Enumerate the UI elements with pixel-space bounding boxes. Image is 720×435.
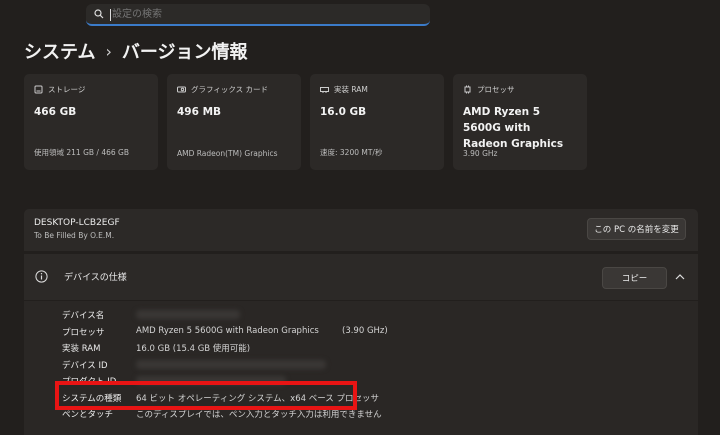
page-title: システム › バージョン情報 [24, 38, 248, 64]
graphics-card: グラフィックス カード 496 MB AMD Radeon(TM) Graphi… [167, 74, 301, 170]
storage-icon [34, 85, 43, 94]
spec-label-ram: 実装 RAM [62, 344, 101, 354]
processor-card: プロセッサ AMD Ryzen 5 5600G with Radeon Grap… [453, 74, 587, 170]
search-box[interactable] [86, 4, 430, 26]
card-sub: 3.90 GHz [463, 149, 498, 158]
card-label: グラフィックス カード [191, 85, 269, 94]
card-sub: AMD Radeon(TM) Graphics [177, 149, 278, 158]
spec-value-ram: 16.0 GB (15.4 GB 使用可能) [136, 344, 251, 354]
breadcrumb-parent[interactable]: システム [24, 38, 95, 64]
card-label: 実装 RAM [334, 85, 368, 94]
spec-header[interactable]: デバイスの仕様 コピー [24, 254, 698, 300]
info-icon [35, 270, 48, 283]
breadcrumb-current: バージョン情報 [121, 42, 248, 63]
ram-card: 実装 RAM 16.0 GB 速度: 3200 MT/秒 [310, 74, 444, 170]
processor-icon [464, 85, 471, 94]
ram-icon [320, 87, 329, 93]
redacted-device-id [136, 360, 326, 369]
rename-pc-button[interactable]: この PC の名前を変更 [587, 218, 686, 240]
breadcrumb-separator: › [105, 41, 112, 61]
card-sub: 速度: 3200 MT/秒 [320, 148, 383, 157]
device-name: DESKTOP-LCB2EGF [34, 218, 120, 228]
annotation-highlight-box [55, 381, 357, 410]
spec-title: デバイスの仕様 [64, 273, 127, 283]
chevron-up-icon[interactable] [675, 273, 685, 281]
spec-body: デバイス名 プロセッサ AMD Ryzen 5 5600G with Radeo… [24, 301, 698, 435]
spec-value-processor: AMD Ryzen 5 5600G with Radeon Graphics [136, 326, 319, 336]
spec-value-processor-speed: (3.90 GHz) [342, 326, 388, 336]
card-value: AMD Ryzen 5 5600G with Radeon Graphics [463, 106, 564, 150]
search-icon [94, 9, 104, 19]
card-value: 466 GB [34, 106, 77, 118]
text-caret [110, 9, 111, 21]
card-label: ストレージ [48, 85, 86, 94]
device-panel: DESKTOP-LCB2EGF To Be Filled By O.E.M. こ… [24, 209, 698, 251]
copy-button[interactable]: コピー [602, 267, 667, 289]
search-input[interactable] [110, 7, 414, 21]
graphics-card-icon [177, 86, 186, 93]
device-manufacturer: To Be Filled By O.E.M. [34, 231, 115, 240]
redacted-device-name [136, 310, 240, 319]
card-label: プロセッサ [477, 85, 515, 94]
card-sub: 使用領域 211 GB / 466 GB [34, 148, 129, 157]
card-value: 496 MB [177, 106, 222, 118]
card-value: 16.0 GB [320, 106, 367, 118]
spec-label-device-id: デバイス ID [62, 361, 108, 371]
spec-label-device-name: デバイス名 [62, 311, 105, 321]
spec-label-processor: プロセッサ [62, 328, 105, 338]
storage-card: ストレージ 466 GB 使用領域 211 GB / 466 GB [24, 74, 158, 170]
